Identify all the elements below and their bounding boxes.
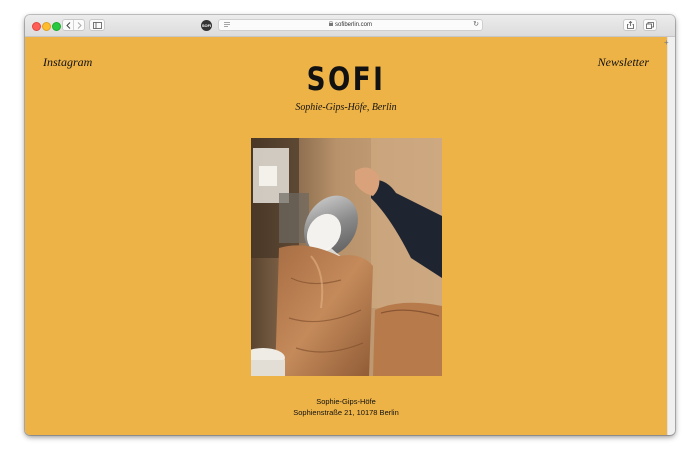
sidebar-icon [92, 21, 102, 29]
lock-icon [328, 21, 333, 26]
reload-icon[interactable]: ↻ [473, 21, 479, 29]
site-subtitle: Sophie-Gips-Höfe, Berlin [295, 101, 397, 113]
chevron-left-icon [65, 21, 70, 29]
new-tab-plus-icon[interactable]: + [664, 38, 669, 47]
back-button[interactable] [63, 20, 73, 30]
browser-toolbar: SOFI sofiberlin.com ↻ [25, 15, 675, 37]
forward-button[interactable] [73, 20, 84, 30]
address-block: Sophie-Gips-Höfe Sophienstraße 21, 10178… [25, 396, 667, 418]
address-bar[interactable]: sofiberlin.com ↻ [218, 19, 483, 31]
address-line-2: Sophienstraße 21, 10178 Berlin [293, 408, 399, 417]
minimize-window-button[interactable] [42, 22, 51, 31]
share-icon [626, 21, 634, 29]
address-line-1: Sophie-Gips-Höfe [316, 397, 376, 406]
sidebar-toggle-button[interactable] [89, 19, 105, 31]
hero-photo [251, 138, 442, 376]
site-logo[interactable]: SOFI [83, 61, 609, 97]
navigation-buttons [62, 19, 85, 31]
close-window-button[interactable] [32, 22, 41, 31]
tabs-icon [646, 21, 654, 29]
url-text: sofiberlin.com [334, 22, 372, 28]
tab-overview-button[interactable] [643, 19, 657, 31]
page-scroll-edge [667, 37, 675, 435]
maximize-window-button[interactable] [52, 22, 61, 31]
flour-bag-photo-illustration [251, 138, 442, 376]
site-favicon-icon[interactable]: SOFI [201, 20, 212, 31]
browser-window: SOFI sofiberlin.com ↻ Instagram Newslett… [25, 15, 675, 435]
url-display: sofiberlin.com [219, 20, 482, 30]
share-button[interactable] [623, 19, 637, 31]
chevron-right-icon [77, 21, 82, 29]
web-page: Instagram Newsletter SOFI Sophie-Gips-Hö… [25, 37, 667, 435]
